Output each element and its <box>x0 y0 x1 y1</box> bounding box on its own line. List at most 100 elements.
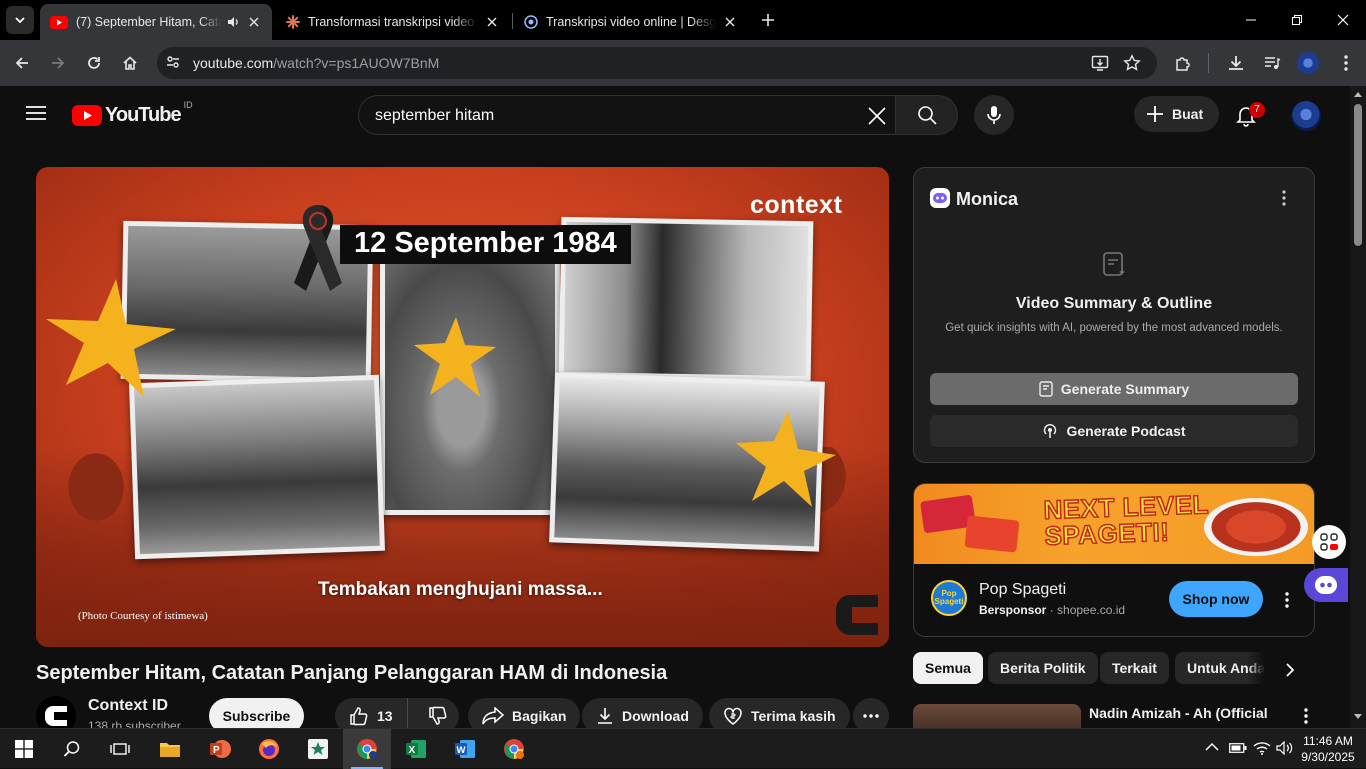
chip-all[interactable]: Semua <box>913 652 983 684</box>
media-control-button[interactable] <box>1259 50 1285 76</box>
chrome-icon <box>504 739 524 759</box>
chip-political-news[interactable]: Berita Politik <box>988 652 1098 684</box>
firefox-icon <box>259 739 279 759</box>
forward-button[interactable] <box>45 50 71 76</box>
recommendation-menu-icon[interactable] <box>1304 708 1308 724</box>
close-window-button[interactable] <box>1320 0 1366 40</box>
create-button[interactable]: Buat <box>1134 96 1219 132</box>
generate-podcast-button[interactable]: Generate Podcast <box>930 415 1298 447</box>
chevron-down-icon <box>15 17 25 24</box>
ad-title[interactable]: Pop Spageti <box>979 581 1066 599</box>
monica-youtube-widget[interactable] <box>1312 525 1346 559</box>
youtube-header: YouTube ID september hitam Buat 7 <box>0 86 1350 144</box>
taskbar-search-button[interactable] <box>48 729 96 769</box>
url-text: youtube.com/watch?v=ps1AUOW7BnM <box>193 55 439 71</box>
reload-button[interactable] <box>81 50 107 76</box>
tab-desgrip[interactable]: Transkripsi video online | Desgrip <box>514 4 748 40</box>
sponsored-ad[interactable]: NEXT LEVEL SPAGETI! Pop Spageti Pop Spag… <box>913 483 1315 637</box>
video-caption: Tembakan menghujani massa... <box>318 579 603 600</box>
profile-avatar[interactable] <box>1297 52 1319 74</box>
monica-menu-icon[interactable] <box>1282 190 1286 206</box>
product-pack-image <box>964 515 1020 553</box>
address-bar[interactable]: youtube.com/watch?v=ps1AUOW7BnM <box>157 47 1157 79</box>
region-code: ID <box>183 100 193 110</box>
search-button[interactable] <box>895 95 958 135</box>
svg-text:P: P <box>213 745 220 756</box>
recommendation-thumbnail[interactable] <box>913 704 1081 728</box>
clear-search-icon[interactable] <box>867 106 887 126</box>
close-tab-icon[interactable] <box>484 14 500 30</box>
chip-for-you[interactable]: Untuk Anda <box>1175 652 1265 684</box>
word-app[interactable]: W <box>441 729 489 769</box>
windows-logo-icon <box>15 740 33 758</box>
site-info-icon[interactable] <box>165 54 181 70</box>
install-app-icon[interactable] <box>1091 54 1109 72</box>
start-button[interactable] <box>0 729 48 769</box>
pinned-app[interactable] <box>294 729 342 769</box>
close-tab-icon[interactable] <box>722 14 738 30</box>
ad-banner-image[interactable]: NEXT LEVEL SPAGETI! <box>914 484 1314 564</box>
speaker-icon[interactable] <box>226 15 240 29</box>
thanks-label: Terima kasih <box>751 708 836 724</box>
scroll-down-icon[interactable] <box>1354 714 1362 720</box>
clock-date: 9/30/2025 <box>1301 750 1355 764</box>
advertiser-logo[interactable]: Pop Spageti <box>931 580 967 616</box>
thumbs-up-icon <box>350 707 368 726</box>
back-button[interactable] <box>9 50 35 76</box>
tab-separator <box>512 13 513 29</box>
document-sparkle-icon <box>1103 252 1127 278</box>
downloads-button[interactable] <box>1223 50 1249 76</box>
close-tab-icon[interactable] <box>246 14 262 30</box>
video-player[interactable]: 12 September 1984 context Tembakan mengh… <box>36 167 889 647</box>
ad-menu-icon[interactable] <box>1285 592 1289 608</box>
firefox-app[interactable] <box>245 729 293 769</box>
channel-name[interactable]: Context ID <box>88 697 168 715</box>
photo-credit: (Photo Courtesy of istimewa) <box>78 610 208 622</box>
svg-text:W: W <box>457 745 466 756</box>
chip-related[interactable]: Terkait <box>1100 652 1169 684</box>
excel-app[interactable]: X <box>392 729 440 769</box>
chips-next-button[interactable] <box>1278 658 1302 682</box>
powerpoint-app[interactable]: P <box>196 729 244 769</box>
scrollbar-thumb[interactable] <box>1354 104 1362 246</box>
youtube-favicon-icon <box>50 15 68 29</box>
minimize-button[interactable] <box>1228 0 1274 40</box>
shop-now-button[interactable]: Shop now <box>1169 581 1263 617</box>
channel-watermark-icon <box>836 595 878 635</box>
plus-icon <box>762 14 774 26</box>
tab-search-button[interactable] <box>6 6 34 34</box>
tab-youtube[interactable]: (7) September Hitam, Catatan Panjang Pel… <box>40 4 272 40</box>
clock[interactable]: 11:46 AM 9/30/2025 <box>1296 733 1360 765</box>
show-hidden-icons-button[interactable] <box>1205 742 1219 752</box>
search-input[interactable]: september hitam <box>358 95 896 135</box>
file-explorer-app[interactable] <box>146 729 194 769</box>
monica-assistant-button[interactable] <box>1304 568 1348 602</box>
scroll-up-icon[interactable] <box>1354 91 1362 97</box>
browser-menu-button[interactable] <box>1333 50 1359 76</box>
youtube-logo[interactable]: YouTube ID <box>72 100 193 127</box>
chrome-app-active[interactable] <box>343 729 391 769</box>
guide-menu-icon[interactable] <box>26 105 46 121</box>
heart-dollar-icon <box>724 707 742 725</box>
new-tab-button[interactable] <box>758 10 778 30</box>
extensions-button[interactable] <box>1170 50 1196 76</box>
recommendation-title[interactable]: Nadin Amizah - Ah (Official <box>1089 705 1268 721</box>
home-button[interactable] <box>117 50 143 76</box>
tab-title: Transkripsi video online | Desgrip <box>546 15 716 29</box>
bookmark-star-icon[interactable] <box>1123 54 1141 72</box>
generate-summary-button[interactable]: Generate Summary <box>930 373 1298 405</box>
word-icon: W <box>455 740 475 758</box>
restore-button[interactable] <box>1274 0 1320 40</box>
powerpoint-icon: P <box>210 740 231 758</box>
wifi-icon[interactable] <box>1253 741 1271 755</box>
thumbs-down-icon <box>428 706 447 725</box>
battery-icon[interactable] <box>1229 742 1247 754</box>
account-avatar[interactable] <box>1291 101 1321 131</box>
star-decoration <box>46 279 176 397</box>
chrome-profile-app[interactable] <box>490 729 538 769</box>
volume-icon[interactable] <box>1276 741 1294 755</box>
tab-transformasi[interactable]: Transformasi transkripsi video menjadi t… <box>276 4 510 40</box>
voice-search-button[interactable] <box>974 95 1014 135</box>
share-label: Bagikan <box>512 708 567 724</box>
task-view-button[interactable] <box>96 729 144 769</box>
